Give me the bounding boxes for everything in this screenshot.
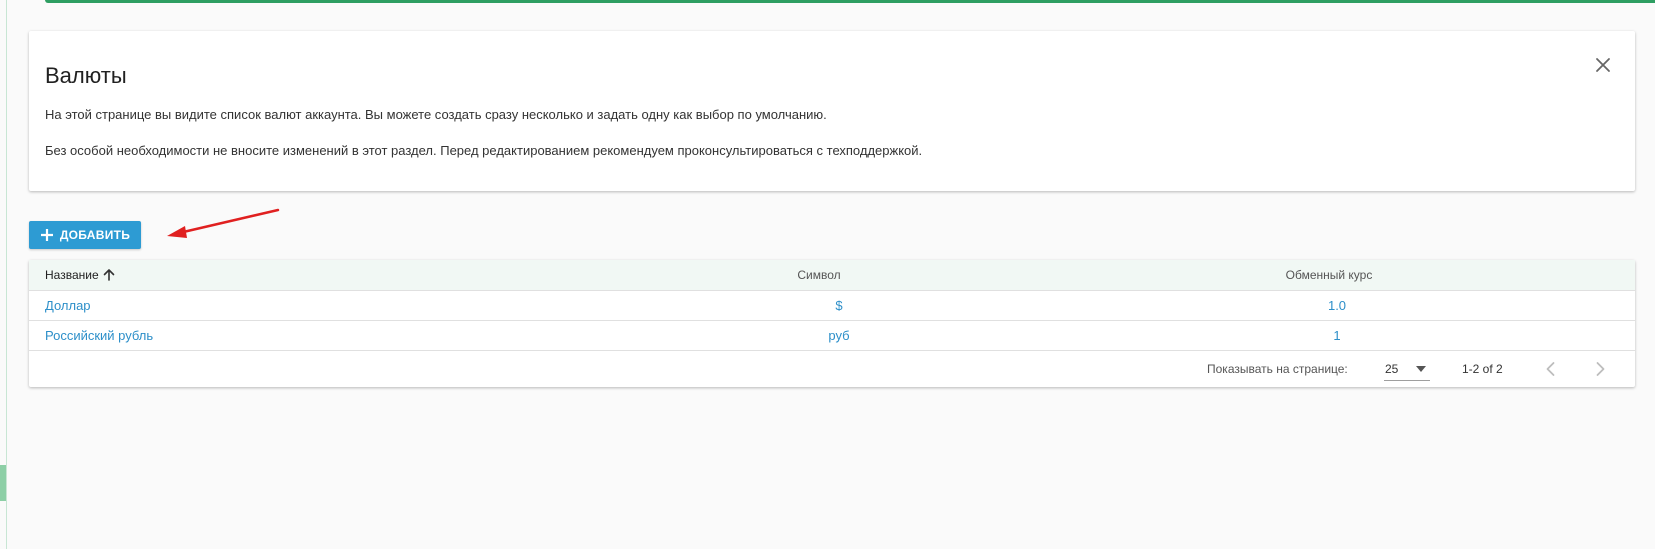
top-accent-line: [45, 0, 1655, 3]
table-row[interactable]: Российский рубль руб 1: [29, 321, 1635, 351]
cell-rate[interactable]: 1.0: [1328, 291, 1346, 320]
per-page-select[interactable]: 25: [1384, 358, 1430, 381]
add-currency-button[interactable]: ДОБАВИТЬ: [29, 221, 141, 249]
column-name-label: Название: [45, 268, 99, 282]
chevron-right-icon: [1596, 362, 1605, 376]
plus-icon: [40, 229, 53, 241]
cell-name[interactable]: Доллар: [45, 291, 91, 320]
cell-symbol[interactable]: руб: [828, 321, 849, 350]
pagination-bar: Показывать на странице: 25 1-2 of 2: [29, 351, 1635, 387]
currencies-table: Название Символ Обменный курс Доллар $ 1…: [29, 260, 1635, 387]
arrow-up-icon: [103, 269, 114, 281]
add-button-label: ДОБАВИТЬ: [59, 228, 131, 242]
cell-symbol[interactable]: $: [835, 291, 842, 320]
previous-page-button[interactable]: [1541, 359, 1561, 379]
annotation-arrow: [167, 208, 280, 238]
chevron-left-icon: [1546, 362, 1555, 376]
per-page-label: Показывать на странице:: [1207, 362, 1348, 376]
currencies-page: Валюты На этой странице вы видите список…: [0, 0, 1655, 549]
column-header-symbol[interactable]: Символ: [797, 260, 840, 290]
cell-rate[interactable]: 1: [1333, 321, 1340, 350]
table-header: Название Символ Обменный курс: [29, 260, 1635, 291]
column-header-name[interactable]: Название: [45, 260, 116, 290]
close-icon: [1596, 58, 1610, 72]
caret-down-icon: [1416, 366, 1426, 372]
per-page-value: 25: [1385, 362, 1399, 376]
next-page-button[interactable]: [1590, 359, 1610, 379]
close-button[interactable]: [1591, 53, 1615, 77]
table-row[interactable]: Доллар $ 1.0: [29, 291, 1635, 321]
column-header-rate[interactable]: Обменный курс: [1286, 260, 1373, 290]
left-edge-divider: [6, 0, 7, 549]
cell-name[interactable]: Российский рубль: [45, 321, 153, 350]
info-paragraph-2: Без особой необходимости не вносите изме…: [45, 143, 923, 158]
page-title: Валюты: [45, 63, 127, 88]
left-side-tab[interactable]: [0, 465, 6, 501]
info-card: Валюты На этой странице вы видите список…: [29, 31, 1635, 191]
page-range-label: 1-2 of 2: [1462, 362, 1503, 376]
info-paragraph-1: На этой странице вы видите список валют …: [45, 107, 827, 122]
